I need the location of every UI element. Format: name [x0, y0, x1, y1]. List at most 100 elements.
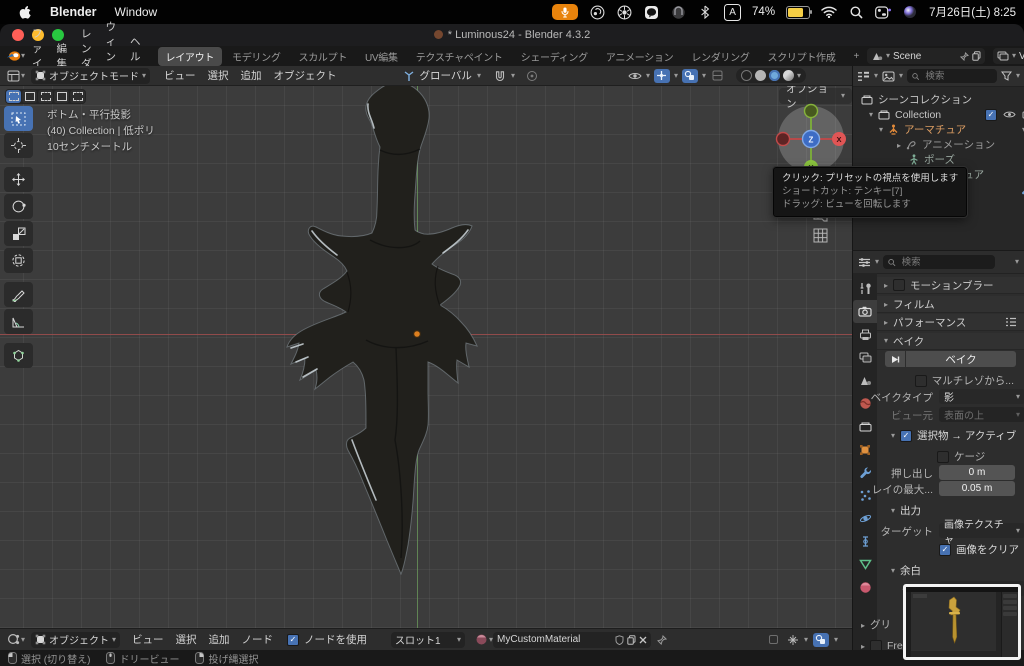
- menubar-clock[interactable]: 7月26日(土) 8:25: [929, 4, 1016, 20]
- bluetooth-icon[interactable]: [697, 4, 713, 20]
- bake-type-dropdown[interactable]: 影: [939, 389, 1024, 404]
- shader-select-menu[interactable]: 選択: [170, 632, 203, 647]
- menubar-window-menu[interactable]: Window: [115, 5, 158, 19]
- orientation-label[interactable]: グローバル: [420, 68, 472, 83]
- use-nodes-checkbox[interactable]: [287, 633, 300, 646]
- shader-mode-selector[interactable]: オブジェクト: [31, 631, 121, 648]
- filter-icon[interactable]: [1000, 71, 1012, 81]
- tool-rotate[interactable]: [4, 194, 33, 219]
- properties-search-input[interactable]: [899, 255, 991, 269]
- panel-motion-blur[interactable]: モーションブラー: [877, 277, 1024, 294]
- sword-model[interactable]: [255, 86, 505, 606]
- properties-searchbox[interactable]: [883, 255, 996, 269]
- material-name-widget[interactable]: MyCustomMaterial: [493, 631, 652, 648]
- select-mode-extend-button[interactable]: [22, 90, 37, 103]
- proportional-edit-icon[interactable]: [526, 70, 538, 82]
- shading-rendered-button[interactable]: [782, 70, 794, 81]
- motion-blur-checkbox[interactable]: [893, 279, 906, 291]
- tab-scene[interactable]: [853, 369, 877, 392]
- add-menu[interactable]: 追加: [235, 68, 268, 83]
- shader-node-menu[interactable]: ノード: [236, 632, 280, 647]
- workspace-tab-animation[interactable]: アニメーション: [598, 47, 682, 66]
- editor-type-icon[interactable]: [5, 68, 21, 84]
- hide-eye-icon[interactable]: [1003, 110, 1016, 119]
- shader-view-menu[interactable]: ビュー: [126, 632, 170, 647]
- target-dropdown[interactable]: 画像テクスチャ: [939, 520, 1024, 546]
- shader-snap-grid-icon[interactable]: [787, 634, 799, 646]
- selected-to-active-row[interactable]: 選択物 → アクティブ: [891, 428, 1016, 443]
- workspace-tab-scripting[interactable]: スクリプト作成: [760, 47, 844, 66]
- panel-bake[interactable]: ベイク: [877, 333, 1024, 350]
- properties-type-chevron-icon[interactable]: [875, 258, 879, 266]
- blender-logo-icon[interactable]: [6, 48, 21, 64]
- outliner-searchbox[interactable]: [907, 69, 997, 83]
- unlink-x-icon[interactable]: [639, 636, 647, 644]
- shading-chevron-icon[interactable]: [797, 72, 801, 80]
- tab-render[interactable]: [853, 300, 877, 323]
- tool-select-box[interactable]: [4, 106, 33, 131]
- vpn-app-icon[interactable]: [670, 4, 686, 20]
- select-mode-invert-button[interactable]: [54, 90, 69, 103]
- tab-viewlayer[interactable]: [853, 346, 877, 369]
- control-center-icon[interactable]: [875, 4, 892, 20]
- collection-checkbox[interactable]: [985, 108, 997, 121]
- collection-expand-icon[interactable]: [869, 111, 873, 119]
- view-from-dropdown[interactable]: 表面の上: [939, 407, 1024, 422]
- add-workspace-button[interactable]: +: [845, 49, 867, 64]
- workspace-tab-modeling[interactable]: モデリング: [224, 47, 289, 66]
- properties-editor-icon[interactable]: [858, 257, 871, 268]
- display-mode-chevron-icon[interactable]: [899, 72, 903, 80]
- shading-material-button[interactable]: [768, 70, 780, 81]
- tool-cursor[interactable]: [4, 133, 33, 158]
- orientation-chevron-icon[interactable]: [477, 72, 481, 80]
- selected-to-active-checkbox[interactable]: [900, 429, 913, 442]
- bake-button[interactable]: ベイク: [906, 351, 1016, 367]
- select-menu[interactable]: 選択: [202, 68, 235, 83]
- object-menu[interactable]: オブジェクト: [268, 68, 343, 83]
- fake-user-shield-icon[interactable]: [615, 634, 624, 645]
- armature-expand-icon[interactable]: [879, 126, 883, 134]
- obs-icon[interactable]: [589, 4, 605, 20]
- bake-icon[interactable]: [885, 351, 905, 367]
- filter-chevron-icon[interactable]: [1016, 72, 1020, 80]
- shader-editor-icon[interactable]: [5, 632, 21, 648]
- outliner-editor-icon[interactable]: [857, 71, 870, 82]
- shader-snap-disabled-icon[interactable]: [766, 633, 782, 647]
- outliner-type-chevron-icon[interactable]: [874, 72, 878, 80]
- shader-snap-chevron-icon[interactable]: [804, 636, 808, 644]
- snap-magnet-icon[interactable]: [494, 70, 506, 82]
- max-ray-field[interactable]: 0.05 m: [939, 481, 1015, 496]
- viewport-3d[interactable]: ボトム・平行投影 (40) Collection | 低ポリ 10センチメートル…: [0, 86, 852, 628]
- shading-wireframe-button[interactable]: [740, 70, 752, 81]
- outliner-row-armature-object[interactable]: アーマチュア: [853, 122, 1024, 137]
- tab-tool[interactable]: [853, 277, 877, 300]
- tool-scale[interactable]: [4, 221, 33, 246]
- workspace-tab-sculpting[interactable]: スカルプト: [291, 47, 356, 66]
- xray-toggle[interactable]: [710, 69, 726, 83]
- tab-output[interactable]: [853, 323, 877, 346]
- gizmo-axis-neg-x[interactable]: [775, 131, 791, 147]
- new-scene-icon[interactable]: [972, 51, 981, 61]
- viewlayer-selector[interactable]: ViewLayer: [992, 48, 1024, 64]
- freestyle-checkbox[interactable]: [870, 640, 883, 650]
- outliner-row-pose[interactable]: ポーズ: [853, 152, 1024, 167]
- properties-options-chevron-icon[interactable]: [1015, 258, 1019, 266]
- grease-pencil-panel[interactable]: グリ: [861, 617, 891, 632]
- shader-add-menu[interactable]: 追加: [203, 632, 236, 647]
- margin-subpanel-header[interactable]: 余白: [891, 563, 921, 578]
- preset-icon[interactable]: [1005, 317, 1017, 327]
- pin-material-icon[interactable]: [657, 634, 668, 645]
- visibility-dropdown-icon[interactable]: [628, 70, 642, 82]
- outliner-row-collection[interactable]: Collection: [853, 107, 1024, 122]
- apple-icon[interactable]: [16, 4, 32, 20]
- panel-film[interactable]: フィルム: [877, 296, 1024, 313]
- line-app-icon[interactable]: [643, 4, 659, 20]
- scene-selector[interactable]: Scene: [866, 48, 985, 64]
- outliner-search-input[interactable]: [923, 69, 992, 83]
- pin-icon[interactable]: [959, 51, 969, 61]
- slot-selector[interactable]: スロット1: [391, 631, 466, 648]
- multires-checkbox[interactable]: [914, 374, 927, 387]
- workspace-tab-texturepaint[interactable]: テクスチャペイント: [408, 47, 511, 66]
- tab-object[interactable]: [853, 438, 877, 461]
- overlays-chevron-icon[interactable]: [702, 72, 706, 80]
